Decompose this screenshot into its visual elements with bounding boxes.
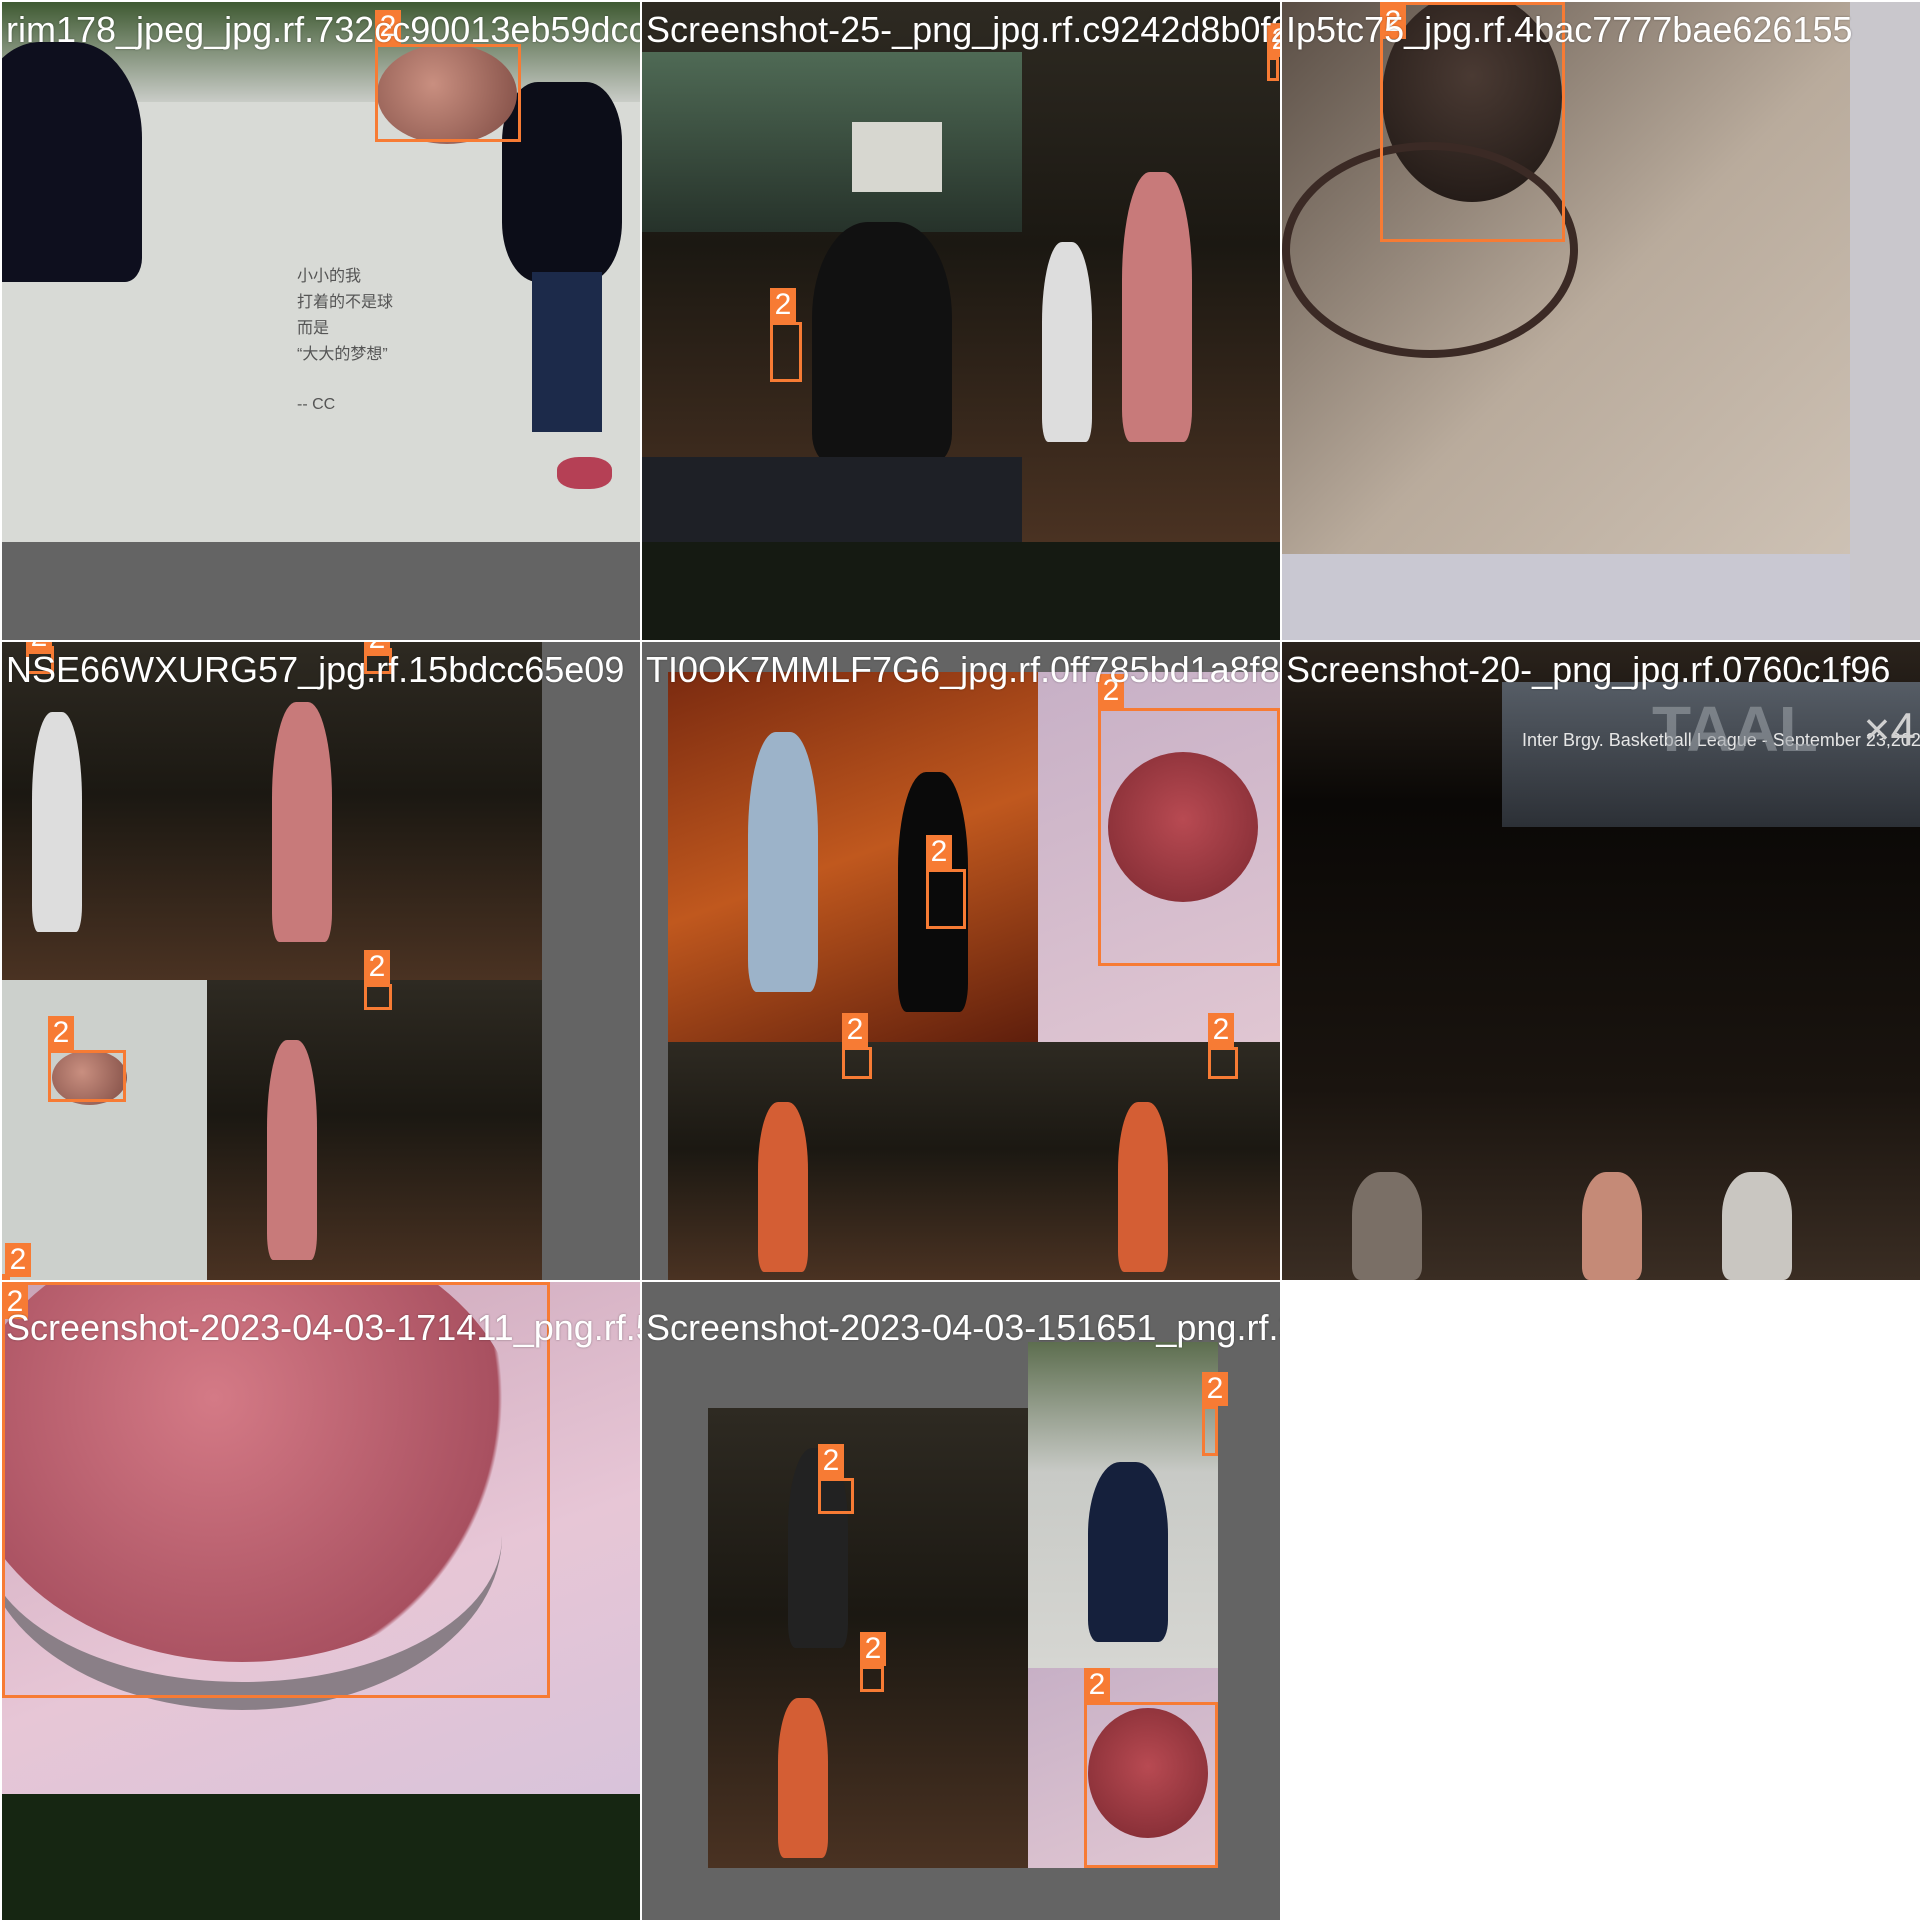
tile-caption: TI0OK7MMLF7G6_jpg.rf.0ff785bd1a8f8ade8f (646, 649, 1280, 690)
detection-box: 2 (860, 1632, 886, 1692)
detection-box: 2 (1098, 674, 1280, 966)
mosaic-tile-8: 2 2 2 2 Screenshot-2023-04-03-151651_png… (642, 1282, 1280, 1920)
detection-box: 2 (842, 1013, 872, 1079)
tile-caption: Ip5tc75_jpg.rf.4bac7777bae626155 (1286, 9, 1853, 50)
photo-gym-broadcast (642, 2, 1022, 542)
detection-box: 2 (642, 642, 643, 643)
photo-child-with-ball: 小小的我 打着的不是球 而是 “大大的梦想” -- CC (2, 2, 640, 542)
photo-game-wide (668, 1042, 1280, 1280)
mosaic-tile-2: 2 2 Screenshot-25-_png_jpg.rf.c9242d8b0f… (642, 2, 1280, 640)
class-label: 2 (1208, 1013, 1234, 1047)
mosaic-tile-4: 2 2 2 2 2 NSE66WXURG57_jpg.rf.15bdcc65e0… (2, 642, 640, 1280)
class-label: 2 (818, 1444, 844, 1478)
detection-box: 2 (1267, 23, 1280, 81)
detection-box: 2 (364, 950, 392, 1010)
poem-line-4: “大大的梦想” (297, 346, 388, 363)
class-label: 2 (48, 1016, 74, 1050)
class-label: 2 (770, 288, 796, 322)
detection-box: 2 (48, 1016, 126, 1102)
class-label: 2 (364, 950, 390, 984)
detection-box: 2 (1202, 1372, 1228, 1456)
broadcast-banner: Inter Brgy. Basketball League - Septembe… (1502, 682, 1920, 827)
mosaic-tile-5: 2 2 2 2 2 TI0OK7MMLF7G6_jpg.rf.0ff785bd1… (642, 642, 1280, 1280)
mosaic-tile-3: 2 Ip5tc75_jpg.rf.4bac7777bae626155 (1282, 2, 1920, 640)
tile-caption: Screenshot-25-_png_jpg.rf.c9242d8b0f25d (646, 9, 1280, 50)
class-label: 2 (926, 835, 952, 869)
tile-caption: Screenshot-2023-04-03-151651_png.rf.3723 (646, 1307, 1280, 1348)
photo-child-with-ball-small (2, 980, 207, 1280)
detection-box: 2 (1084, 1668, 1218, 1868)
poem-line-1: 小小的我 (297, 268, 362, 285)
detection-box: 2 (2, 1243, 31, 1280)
tile-caption: rim178_jpeg_jpg.rf.732cc90013eb59dcc72be… (6, 9, 640, 50)
photo-shooting-players (2, 642, 542, 980)
poem-line-3: 而是 (297, 320, 330, 337)
poem-signature: -- CC (297, 396, 336, 413)
poem-line-2: 打着的不是球 (297, 294, 394, 311)
detection-box: 2 (770, 288, 802, 382)
class-label: 2 (842, 1013, 868, 1047)
detection-box: 2 (926, 835, 966, 929)
class-label: 2 (1202, 1372, 1228, 1406)
detection-box: 2 (818, 1444, 854, 1514)
mosaic-tile-7: 2 Screenshot-2023-04-03-171411_png.rf.5d… (2, 1282, 640, 1920)
tile-caption: NSE66WXURG57_jpg.rf.15bdcc65e09 (6, 649, 625, 690)
photo-player-shooting (1022, 2, 1280, 542)
empty-tile (1282, 1282, 1920, 1920)
photo-court-dribble (668, 672, 1038, 1042)
broadcast-close: ×4 (1863, 703, 1916, 755)
photo-shooting-players-2 (207, 980, 542, 1280)
class-label: 2 (5, 1243, 31, 1277)
mosaic-tile-6: Inter Brgy. Basketball League - Septembe… (1282, 642, 1920, 1280)
class-label: 2 (1084, 1668, 1110, 1702)
detection-box: 2 (375, 10, 521, 142)
class-label: 2 (860, 1632, 886, 1666)
photo-child-walking (1028, 1342, 1218, 1668)
detection-box: 2 (1208, 1013, 1238, 1079)
broadcast-brand: TAAL (1652, 693, 1818, 765)
photo-ball-in-hoop (1282, 2, 1850, 554)
tile-caption: Screenshot-2023-04-03-171411_png.rf.5dcd… (6, 1307, 640, 1348)
photo-broadcast-closeup: Inter Brgy. Basketball League - Septembe… (1282, 642, 1920, 1280)
mosaic-tile-1: 小小的我 打着的不是球 而是 “大大的梦想” -- CC 2 rim178_jp… (2, 2, 640, 640)
tile-caption: Screenshot-20-_png_jpg.rf.0760c1f96 (1286, 649, 1891, 690)
